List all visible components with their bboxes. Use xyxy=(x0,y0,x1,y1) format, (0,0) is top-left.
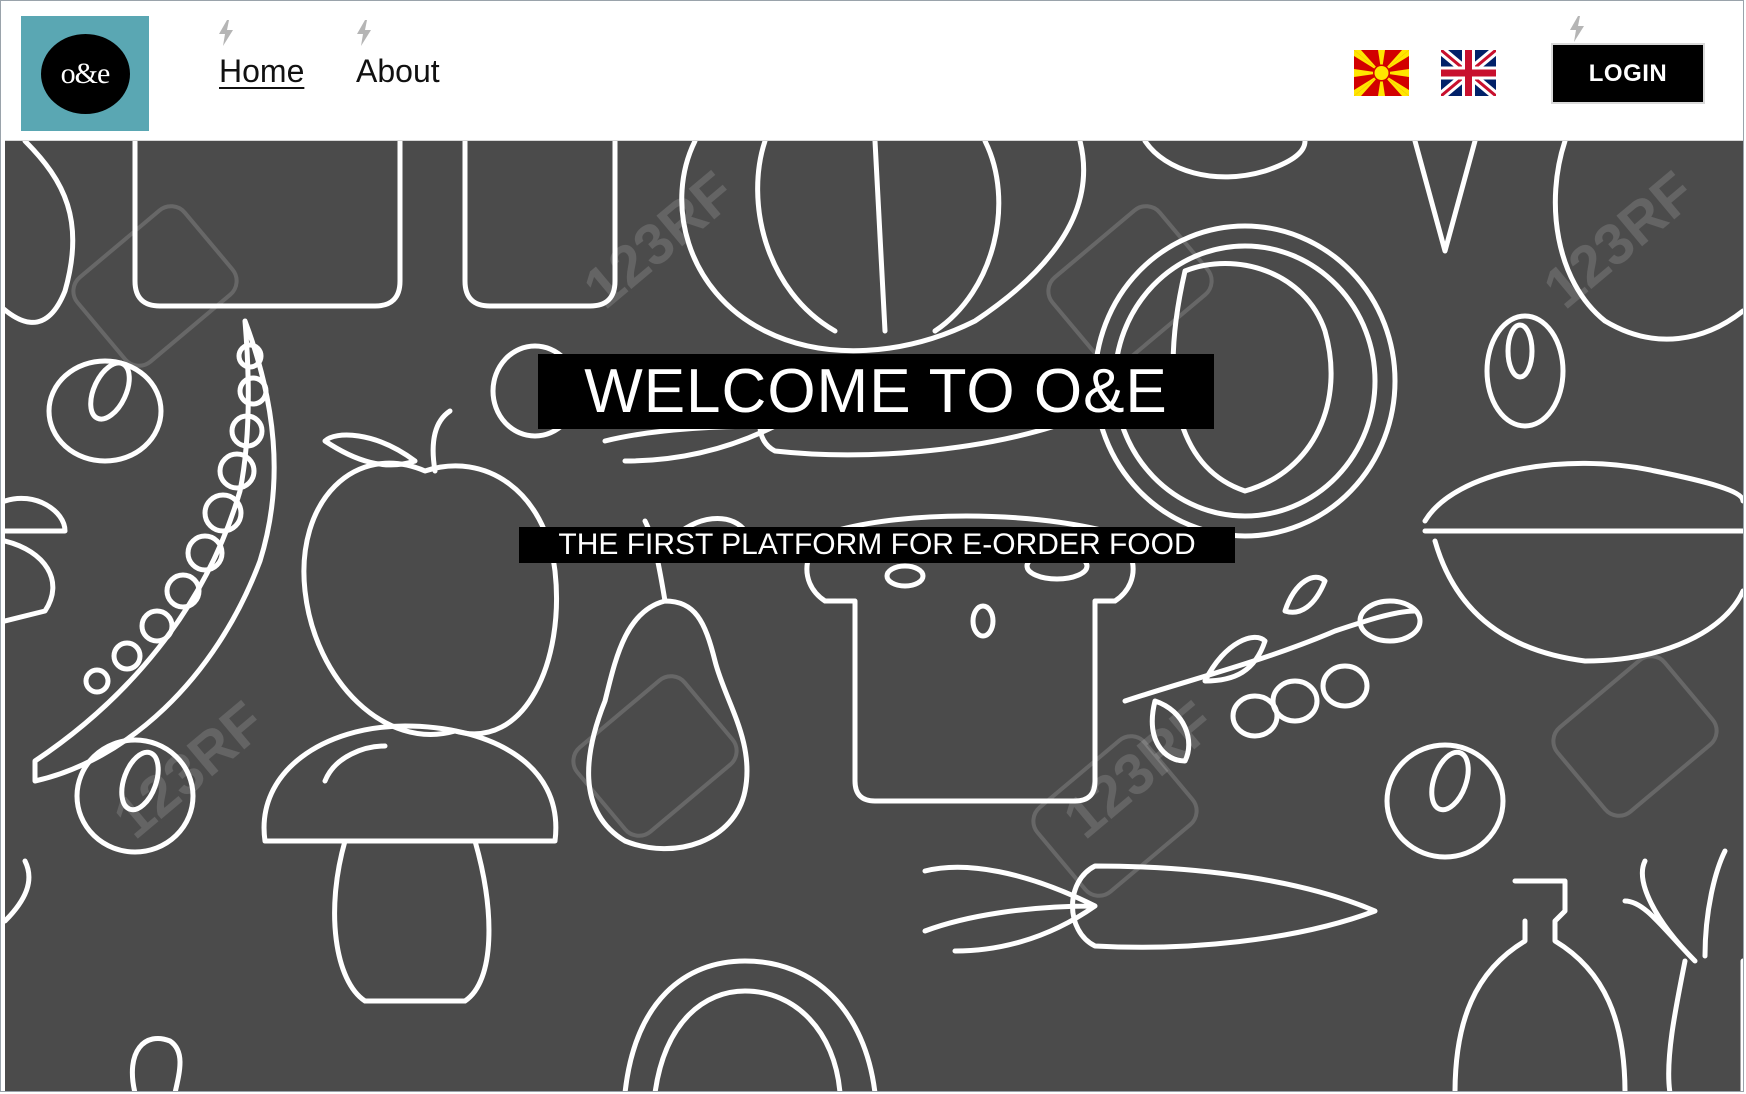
top-navbar: o&e Home About LOGIN xyxy=(5,1,1743,141)
logo[interactable]: o&e xyxy=(21,16,149,131)
food-doodle-background: 123RF 123RF 123RF 123RF xyxy=(5,141,1743,1091)
nav-link-home[interactable]: Home xyxy=(219,53,304,90)
lightning-icon xyxy=(1570,16,1584,42)
lightning-icon xyxy=(219,20,233,46)
hero-title: WELCOME TO O&E xyxy=(538,354,1214,429)
logo-badge: o&e xyxy=(40,33,130,114)
login-button[interactable]: LOGIN xyxy=(1551,43,1705,104)
lightning-icon xyxy=(357,20,371,46)
uk-flag-icon[interactable] xyxy=(1441,50,1496,96)
nav-link-about[interactable]: About xyxy=(356,53,440,90)
hero-banner: 123RF 123RF 123RF 123RF WELCOME TO O&E T… xyxy=(5,141,1743,1091)
watermark-text: 123RF xyxy=(1052,689,1227,851)
browser-viewport: o&e Home About LOGIN 123RF 123RF 123RF 1… xyxy=(0,0,1744,1092)
hero-subtitle: THE FIRST PLATFORM FOR E-ORDER FOOD xyxy=(519,527,1235,563)
macedonia-flag-icon[interactable] xyxy=(1354,50,1409,96)
